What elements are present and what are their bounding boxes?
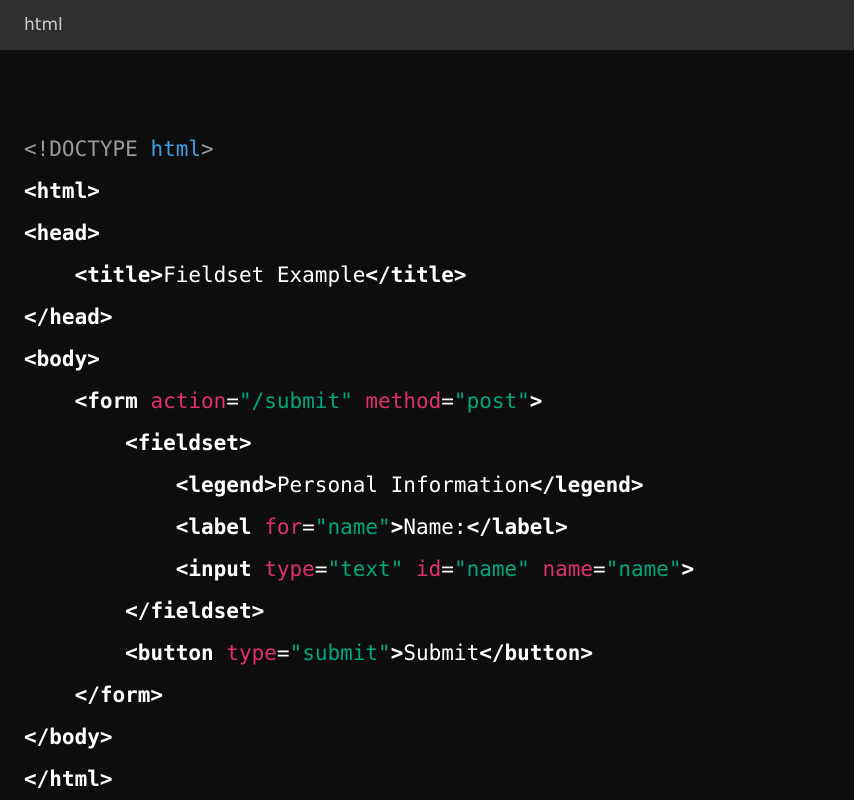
code-line: <!DOCTYPE html> [24, 128, 854, 170]
code-token: id [415, 557, 442, 581]
code-token: for [264, 515, 303, 539]
code-token: > [390, 515, 404, 539]
code-token: <head> [24, 221, 100, 245]
code-line: <html> [24, 170, 854, 212]
code-line: </body> [24, 716, 854, 758]
code-token: <label [175, 515, 265, 539]
code-token: <html> [24, 179, 100, 203]
code-token: type [264, 557, 315, 581]
code-token: Fieldset Example [163, 263, 366, 287]
code-token: <input [175, 557, 265, 581]
code-token: </body> [24, 725, 113, 749]
code-line: <head> [24, 212, 854, 254]
code-token: > [681, 557, 695, 581]
code-content[interactable]: <!DOCTYPE html> <html> <head> <title>Field… [0, 50, 854, 800]
code-line: <body> [24, 338, 854, 380]
code-token: = [441, 557, 454, 581]
code-token: = [276, 641, 290, 665]
code-token: "text" [327, 557, 404, 581]
code-token: Submit [403, 641, 480, 665]
code-token: = [226, 389, 239, 413]
code-token: </html> [24, 767, 113, 791]
code-token: > [529, 389, 543, 413]
code-line: <label for="name">Name:</label> [24, 506, 854, 548]
code-token: </fieldset> [125, 599, 265, 623]
code-token: > [390, 641, 404, 665]
code-token: > [201, 137, 214, 161]
code-line: </fieldset> [24, 590, 854, 632]
code-token: </head> [24, 305, 113, 329]
code-token: "name" [453, 557, 530, 581]
code-token: "submit" [289, 641, 391, 665]
code-token: <!DOCTYPE [24, 137, 151, 161]
code-line: <fieldset> [24, 422, 854, 464]
code-token: </legend> [529, 473, 644, 497]
code-token: method [365, 389, 442, 413]
code-token: action [150, 389, 227, 413]
code-token: </button> [479, 641, 594, 665]
code-line: <button type="submit">Submit</button> [24, 632, 854, 674]
code-token: Personal Information [276, 473, 530, 497]
code-token: <body> [24, 347, 100, 371]
code-token: "name" [605, 557, 682, 581]
code-line: <form action="/submit" method="post"> [24, 380, 854, 422]
code-token: "name" [314, 515, 391, 539]
code-line: <input type="text" id="name" name="name"… [24, 548, 854, 590]
code-line: </head> [24, 296, 854, 338]
code-token: = [314, 557, 328, 581]
code-token: </label> [466, 515, 568, 539]
code-token: html [150, 137, 202, 161]
code-block: html <!DOCTYPE html> <html> <head> <title>… [0, 0, 854, 791]
code-token: type [226, 641, 277, 665]
code-token: <fieldset> [125, 431, 252, 455]
code-token: </form> [74, 683, 164, 707]
code-line: </html> [24, 758, 854, 800]
code-token: </title> [365, 263, 467, 287]
code-token: <title> [74, 263, 164, 287]
code-token: "post" [453, 389, 530, 413]
code-token: = [593, 557, 606, 581]
code-line: </form> [24, 674, 854, 716]
code-token: <legend> [175, 473, 277, 497]
code-token: <form [74, 389, 151, 413]
code-token: = [441, 389, 454, 413]
code-token: = [302, 515, 315, 539]
code-block-header: html [0, 0, 854, 50]
code-token: <button [125, 641, 227, 665]
code-line: <title>Fieldset Example</title> [24, 254, 854, 296]
language-label: html [24, 15, 63, 35]
code-token: "/submit" [238, 389, 353, 413]
code-token: name [542, 557, 594, 581]
code-token: Name: [403, 515, 467, 539]
code-line: <legend>Personal Information</legend> [24, 464, 854, 506]
